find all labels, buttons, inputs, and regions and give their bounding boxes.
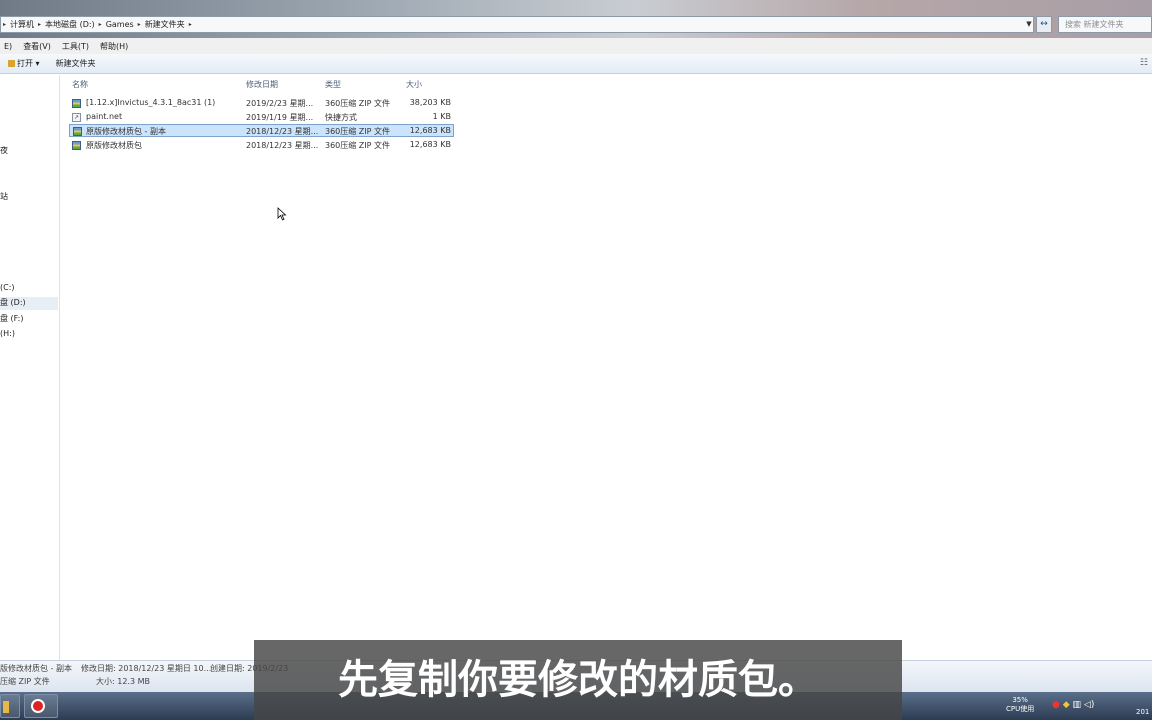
navigation-pane: 夜 站 (C:) 盘 (D:) 盘 (F:) (H:): [0, 75, 60, 660]
tray-icons[interactable]: ● ◆ ▥ ◁): [1052, 700, 1094, 720]
details-file-type: 压缩 ZIP 文件: [0, 677, 50, 686]
file-list[interactable]: 名称 修改日期 类型 大小 [1.12.x]Invictus_4.3.1_8ac…: [61, 75, 1152, 660]
taskbar-explorer-button[interactable]: [0, 694, 20, 718]
shield-tray-icon[interactable]: ◆: [1063, 700, 1070, 710]
nav-item-drive-c[interactable]: (C:): [0, 283, 15, 292]
file-type: 快捷方式: [325, 113, 357, 122]
view-options-icon[interactable]: ☷: [1140, 58, 1148, 68]
folder-icon: [3, 701, 9, 713]
file-date: 2019/1/19 星期...: [246, 113, 314, 122]
breadcrumb-computer[interactable]: 计算机: [6, 19, 38, 30]
zip-file-icon: [72, 141, 81, 150]
zip-file-icon: [72, 99, 81, 108]
cpu-label: CPU使用: [1006, 705, 1035, 713]
nav-item-drive-h[interactable]: (H:): [0, 329, 15, 338]
nav-item-drive-d[interactable]: 盘 (D:): [0, 297, 58, 310]
file-row[interactable]: ↗ paint.net 2019/1/19 星期... 快捷方式 1 KB: [69, 111, 454, 124]
file-row-selected[interactable]: 原版修改材质包 - 副本 2018/12/23 星期... 360压缩 ZIP …: [69, 124, 454, 137]
column-header-date[interactable]: 修改日期: [246, 79, 278, 90]
clock[interactable]: 201: [1136, 708, 1149, 720]
column-header-type[interactable]: 类型: [325, 79, 341, 90]
breadcrumb-new-folder[interactable]: 新建文件夹: [141, 19, 189, 30]
file-type: 360压缩 ZIP 文件: [325, 141, 391, 150]
open-button[interactable]: 打开 ▾: [0, 58, 48, 69]
menu-help[interactable]: 帮助(H): [96, 41, 135, 52]
file-row[interactable]: [1.12.x]Invictus_4.3.1_8ac31 (1) 2019/2/…: [69, 97, 454, 110]
file-size: 12,683 KB: [409, 140, 451, 149]
command-toolbar: 打开 ▾ 新建文件夹: [0, 54, 1152, 74]
file-date: 2018/12/23 星期...: [246, 127, 319, 136]
refresh-button[interactable]: ↔: [1036, 16, 1052, 33]
details-file-size: 大小: 12.3 MB: [96, 677, 150, 686]
shortcut-icon: ↗: [72, 113, 81, 122]
record-tray-icon[interactable]: ●: [1052, 700, 1060, 710]
new-folder-button[interactable]: 新建文件夹: [48, 58, 104, 69]
address-history-dropdown-icon[interactable]: ▼: [1024, 17, 1034, 32]
open-label: 打开: [17, 59, 33, 68]
file-type: 360压缩 ZIP 文件: [325, 127, 391, 136]
menu-tools[interactable]: 工具(T): [58, 41, 96, 52]
breadcrumb-arrow-icon[interactable]: ▸: [189, 21, 192, 28]
nav-item-favorites[interactable]: 夜: [0, 145, 8, 156]
file-size: 38,203 KB: [409, 98, 451, 107]
details-modified-date: 修改日期: 2018/12/23 星期日 10...: [81, 664, 212, 673]
zip-file-icon: [73, 127, 82, 136]
column-header-name[interactable]: 名称: [72, 79, 88, 90]
search-input[interactable]: 搜索 新建文件夹: [1058, 16, 1152, 33]
taskbar-recorder-button[interactable]: [24, 694, 58, 718]
cpu-usage-indicator[interactable]: 35% CPU使用: [1006, 696, 1034, 720]
cpu-percent: 35%: [1012, 696, 1028, 704]
window-title-bar: ▸ 计算机 ▸ 本地磁盘 (D:) ▸ Games ▸ 新建文件夹 ▸ ▼ ↔ …: [0, 0, 1152, 38]
file-name: paint.net: [86, 112, 123, 121]
open-icon: [8, 60, 15, 67]
file-size: 1 KB: [432, 112, 451, 121]
column-header-row: 名称 修改日期 类型 大小: [61, 75, 461, 91]
file-date: 2019/2/23 星期...: [246, 99, 314, 108]
mouse-cursor-icon: [277, 207, 287, 221]
record-icon: [31, 699, 45, 713]
file-name: 原版修改材质包 - 副本: [86, 127, 166, 136]
volume-tray-icon[interactable]: ◁): [1084, 700, 1094, 710]
file-name: 原版修改材质包: [86, 141, 142, 150]
file-row[interactable]: 原版修改材质包 2018/12/23 星期... 360压缩 ZIP 文件 12…: [69, 139, 454, 152]
column-header-size[interactable]: 大小: [406, 79, 422, 90]
address-bar[interactable]: ▸ 计算机 ▸ 本地磁盘 (D:) ▸ Games ▸ 新建文件夹 ▸: [0, 16, 1034, 33]
nav-item-sites[interactable]: 站: [0, 191, 8, 202]
file-type: 360压缩 ZIP 文件: [325, 99, 391, 108]
video-subtitle: 先复制你要修改的材质包。: [254, 640, 902, 720]
file-size: 12,683 KB: [409, 126, 451, 135]
menu-edit[interactable]: E): [0, 42, 19, 51]
breadcrumb-games[interactable]: Games: [102, 20, 138, 29]
network-tray-icon[interactable]: ▥: [1073, 700, 1082, 710]
breadcrumb-drive-d[interactable]: 本地磁盘 (D:): [41, 19, 99, 30]
file-date: 2018/12/23 星期...: [246, 141, 319, 150]
menu-bar: E) 查看(V) 工具(T) 帮助(H): [0, 38, 1152, 54]
nav-item-drive-f[interactable]: 盘 (F:): [0, 313, 23, 324]
file-name: [1.12.x]Invictus_4.3.1_8ac31 (1): [86, 98, 216, 107]
details-file-name: 版修改材质包 - 副本: [0, 664, 72, 673]
menu-view[interactable]: 查看(V): [19, 41, 58, 52]
